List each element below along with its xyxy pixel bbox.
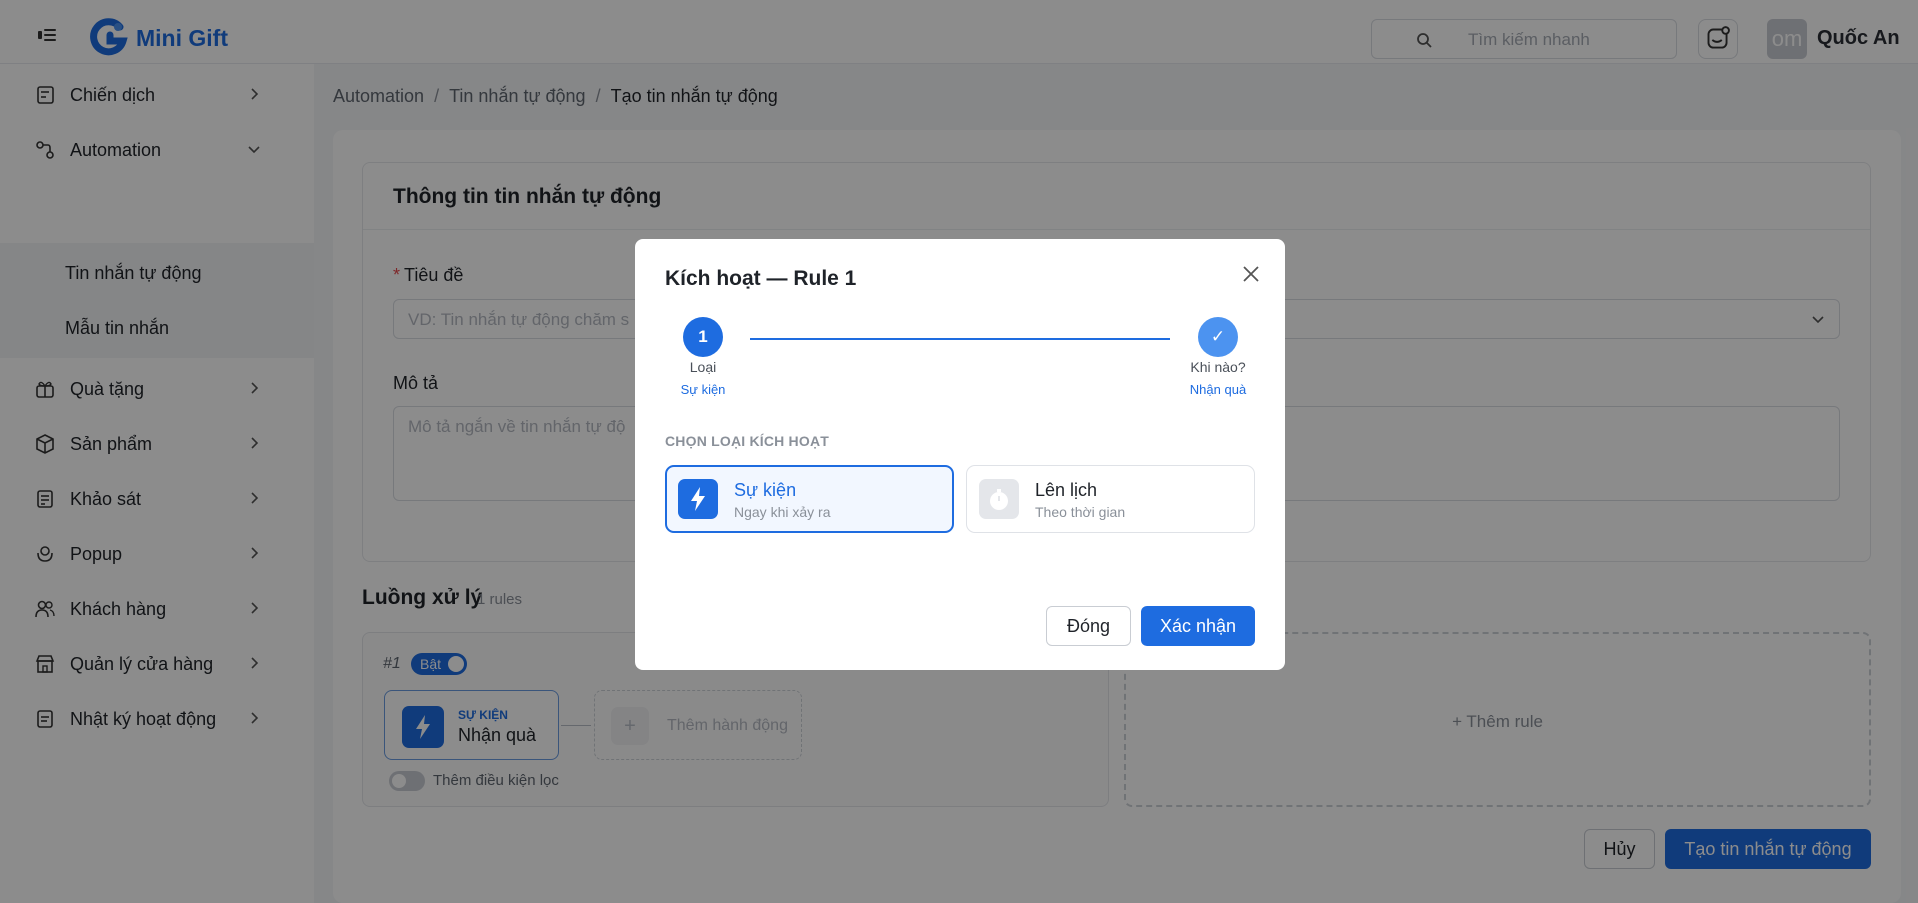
modal-close-button[interactable]: Đóng xyxy=(1046,606,1131,646)
trigger-modal: Kích hoạt — Rule 1 1 Loại Sự kiện ✓ Khi … xyxy=(635,239,1285,670)
close-icon[interactable] xyxy=(1240,263,1262,285)
option-schedule-sub: Theo thời gian xyxy=(1035,504,1126,520)
option-event[interactable]: Sự kiện Ngay khi xảy ra xyxy=(665,465,954,533)
step-1-sub: Sự kiện xyxy=(680,382,726,397)
option-event-sub: Ngay khi xảy ra xyxy=(734,504,831,520)
option-event-title: Sự kiện xyxy=(734,480,797,500)
step-1-circle[interactable]: 1 xyxy=(683,317,723,357)
timer-icon xyxy=(979,479,1019,519)
step-2-label: Khi nào? xyxy=(1190,359,1246,375)
option-schedule[interactable]: Lên lịch Theo thời gian xyxy=(966,465,1255,533)
step-2-sub: Nhận quà xyxy=(1189,382,1247,397)
modal-title: Kích hoạt — Rule 1 xyxy=(665,267,857,290)
stepper-line xyxy=(750,338,1170,340)
step-1-label: Loại xyxy=(689,359,717,375)
option-schedule-title: Lên lịch xyxy=(1035,480,1098,500)
lightning-icon xyxy=(678,479,718,519)
choose-trigger-label: CHỌN LOẠI KÍCH HOẠT xyxy=(665,433,830,449)
step-2-circle[interactable]: ✓ xyxy=(1198,317,1238,357)
modal-confirm-button[interactable]: Xác nhận xyxy=(1141,606,1255,646)
